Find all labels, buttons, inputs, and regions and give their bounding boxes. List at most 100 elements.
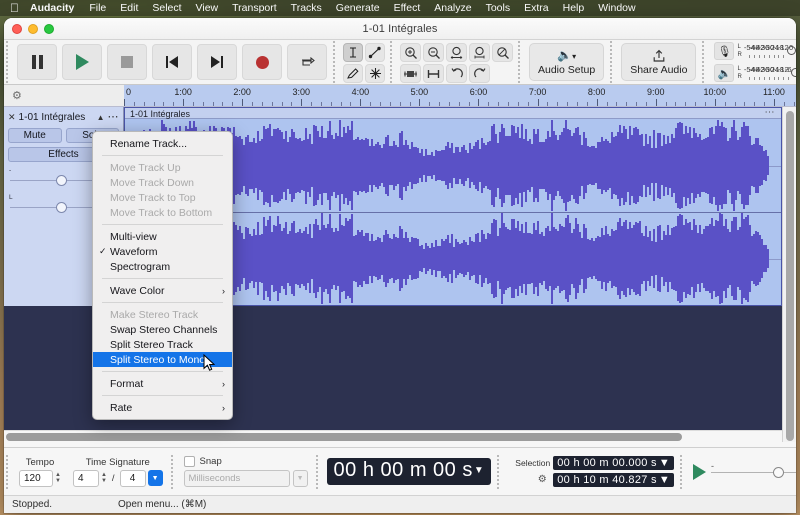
clip-titlebar[interactable]: 1-01 Intégrales ⋯ [125,108,781,119]
selection-end-caret-icon[interactable]: ▼ [659,474,670,486]
recording-meter-toolbar[interactable]: 🎙 LR -54 -48 -42 -36 -30 -24 -18 -12 0 [709,40,796,62]
menu-select[interactable]: Select [145,0,188,16]
menu-window[interactable]: Window [591,0,642,16]
snap-unit-select[interactable]: Milliseconds [183,470,290,487]
audio-setup-label: Audio Setup [538,63,596,76]
loop-button[interactable] [287,44,327,80]
denominator-dropdown-icon[interactable]: ▼ [147,470,163,486]
time-toolbar-grip[interactable] [313,453,323,490]
track-menu-icon[interactable]: ⋯ [108,112,120,123]
selection-settings-gear-icon[interactable]: ⚙ [534,472,550,487]
close-window-button[interactable] [12,24,22,34]
context-menu-item[interactable]: Multi-view [93,229,232,244]
fit-project-button[interactable] [469,43,490,62]
playback-meter-toolbar[interactable]: 🔈 LR -54 -48 -42 -36 -30 -24 -18 -12 -6 [709,62,796,84]
draw-tool[interactable] [343,64,363,83]
vertical-scrollbar[interactable] [782,107,796,442]
context-menu-item-label: Move Track to Top [110,191,196,204]
audio-position-display[interactable]: 00 h 00 m 00 s ▼ [326,458,492,485]
zoom-out-button[interactable] [423,43,444,62]
envelope-tool[interactable] [365,43,385,62]
silence-audio-button[interactable] [423,64,444,83]
vertical-scrollbar-thumb[interactable] [786,111,794,441]
timeline-options-button[interactable]: ⚙ [4,85,124,106]
snapping-toolbar-grip[interactable] [168,453,178,490]
snap-checkbox[interactable] [183,456,195,467]
zoom-window-button[interactable] [44,24,54,34]
redo-button[interactable] [469,64,490,83]
menu-extra[interactable]: Extra [517,0,556,16]
apple-icon[interactable]:  [6,2,28,15]
time-signature-field[interactable]: 4 ▲ ▼ / 4 ▼ [72,469,163,487]
trim-audio-button[interactable] [400,64,421,83]
selection-tool[interactable] [343,43,363,62]
menu-file[interactable]: File [82,0,113,16]
horizontal-scrollbar-thumb[interactable] [6,433,682,441]
close-icon[interactable]: ✕ [8,112,16,123]
play-speed-toolbar-grip[interactable] [678,453,688,490]
fit-selection-button[interactable] [446,43,467,62]
tempo-stepper[interactable]: ▲ ▼ [55,472,61,484]
context-menu-item[interactable]: Swap Stereo Channels [93,322,232,337]
play-at-speed-icon[interactable] [693,463,707,480]
tempo-field[interactable]: 120 ▲ ▼ [19,469,61,487]
pan-slider-knob[interactable] [56,202,67,213]
context-menu-item[interactable]: Spectrogram [93,259,232,274]
share-audio-button[interactable]: Share Audio [621,43,697,81]
context-menu-item[interactable]: ✓ Waveform [93,244,232,259]
audio-setup-button[interactable]: 🔈▾ Audio Setup [529,43,605,81]
play-button[interactable] [62,44,102,80]
play-speed-slider-knob[interactable] [773,466,785,478]
skip-to-start-button[interactable] [152,44,192,80]
menu-tools[interactable]: Tools [479,0,518,16]
numerator-stepper[interactable]: ▲ ▼ [101,472,107,484]
menu-transport[interactable]: Transport [225,0,284,16]
mute-button[interactable]: Mute [8,128,62,143]
transport-toolbar-grip[interactable] [4,40,13,84]
horizontal-scrollbar[interactable] [4,430,782,442]
tempo-value[interactable]: 120 [19,469,53,487]
play-speed-slider[interactable]: - + [711,461,796,480]
context-menu-item[interactable]: Wave Color › [93,283,232,298]
track-name[interactable]: 1-01 Intégrales [19,112,94,123]
time-signature-toolbar-grip[interactable] [4,453,13,490]
menu-generate[interactable]: Generate [329,0,387,16]
audio-setup-grip[interactable] [516,40,525,84]
time-signature-denominator[interactable]: 4 [119,469,146,487]
selection-end-field[interactable]: 00 h 10 m 40.827 s ▼ [553,472,675,487]
edit-toolbar-grip[interactable] [388,40,397,84]
menu-analyze[interactable]: Analyze [427,0,478,16]
pause-button[interactable] [17,44,57,80]
context-menu-item[interactable]: Rename Track... [93,136,232,151]
stop-button[interactable] [107,44,147,80]
skip-to-end-button[interactable] [197,44,237,80]
multi-tool[interactable] [365,64,385,83]
chevron-up-icon[interactable]: ▲ [97,113,105,122]
minimize-window-button[interactable] [28,24,38,34]
zoom-toggle-button[interactable] [492,43,513,62]
meter-toolbars-grip[interactable] [700,40,710,84]
record-button[interactable] [242,44,282,80]
menu-effect[interactable]: Effect [387,0,428,16]
zoom-in-button[interactable] [400,43,421,62]
share-audio-grip[interactable] [608,40,618,84]
menu-edit[interactable]: Edit [113,0,145,16]
menu-view[interactable]: View [189,0,226,16]
selection-start-caret-icon[interactable]: ▼ [659,457,670,469]
clip-menu-icon[interactable]: ⋯ [765,108,776,118]
menu-help[interactable]: Help [556,0,592,16]
context-menu-item[interactable]: Rate › [93,400,232,415]
time-signature-numerator[interactable]: 4 [72,469,99,487]
context-menu-item[interactable]: Split Stereo Track [93,337,232,352]
selection-toolbar-grip[interactable] [495,453,505,490]
tools-toolbar-grip[interactable] [331,40,340,84]
undo-button[interactable] [446,64,467,83]
gain-slider-knob[interactable] [56,175,67,186]
menu-tracks[interactable]: Tracks [284,0,329,16]
selection-start-field[interactable]: 00 h 00 m 00.000 s ▼ [553,456,675,470]
context-menu-item[interactable]: Format › [93,376,232,391]
menu-app-name[interactable]: Audacity [28,0,82,16]
snap-unit-dropdown-icon[interactable]: ▼ [292,470,308,487]
timeline-ruler[interactable]: 0 1:00 2:00 3:00 4:00 5:00 6:00 7:00 8:00 9:00 10:… [124,85,796,106]
audio-position-caret-icon[interactable]: ▼ [474,465,484,476]
